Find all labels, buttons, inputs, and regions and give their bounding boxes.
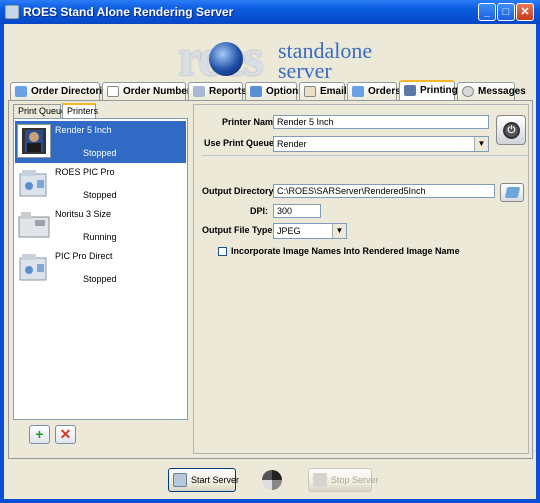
tab-printers[interactable]: Printers bbox=[62, 103, 98, 118]
logo-globe-icon bbox=[209, 42, 243, 76]
tab-email[interactable]: Email bbox=[299, 82, 347, 100]
printer-name: PIC Pro Direct bbox=[55, 251, 113, 261]
client-area: roes standalone server Order Directories… bbox=[4, 24, 536, 499]
numbers-icon bbox=[107, 86, 119, 97]
maximize-button[interactable]: □ bbox=[497, 3, 515, 21]
dpi-field[interactable]: 300 bbox=[273, 204, 321, 218]
printer-list-pane: Print Queues Printers Render 5 Inch Stop… bbox=[13, 103, 188, 454]
tab-printing[interactable]: Printing bbox=[399, 80, 458, 101]
output-file-type-select[interactable]: JPEG ▼ bbox=[273, 223, 347, 239]
tab-order-directories[interactable]: Order Directories bbox=[10, 82, 113, 100]
start-server-button[interactable]: Start Server bbox=[168, 468, 239, 492]
activity-spinner-icon bbox=[262, 470, 282, 490]
options-icon bbox=[250, 86, 262, 97]
printer-machine-icon bbox=[17, 250, 51, 284]
printer-status: Stopped bbox=[83, 274, 117, 284]
orders-icon bbox=[352, 86, 364, 97]
dpi-label: DPI: bbox=[250, 206, 268, 216]
add-printer-button[interactable]: + bbox=[29, 425, 50, 444]
title-bar[interactable]: ROES Stand Alone Rendering Server _ □ ✕ bbox=[0, 0, 540, 24]
incorporate-names-checkbox[interactable] bbox=[218, 247, 227, 256]
tab-print-queues[interactable]: Print Queues bbox=[13, 104, 71, 118]
report-icon bbox=[193, 86, 205, 97]
tab-options[interactable]: Options bbox=[245, 82, 304, 100]
tab-reports[interactable]: Reports bbox=[188, 82, 247, 100]
printer-machine-icon bbox=[17, 166, 51, 200]
window-title: ROES Stand Alone Rendering Server bbox=[23, 5, 234, 19]
chevron-down-icon: ▼ bbox=[332, 224, 346, 238]
remove-printer-button[interactable]: ✕ bbox=[55, 425, 76, 444]
app-icon bbox=[5, 5, 19, 19]
power-icon: ⏻ bbox=[503, 122, 520, 139]
browse-folder-button[interactable] bbox=[500, 183, 524, 202]
printer-name: Render 5 Inch bbox=[55, 125, 112, 135]
printer-name: Noritsu 3 Size bbox=[55, 209, 112, 219]
printer-name-field[interactable]: Render 5 Inch bbox=[273, 115, 489, 129]
printer-item-pic-pro-direct[interactable]: PIC Pro Direct Stopped bbox=[15, 247, 186, 289]
bottom-toolbar: Start Server Stop Server bbox=[4, 461, 536, 499]
tab-order-numbers[interactable]: Order Numbers bbox=[102, 82, 196, 100]
use-print-queue-select[interactable]: Render ▼ bbox=[273, 136, 489, 152]
close-button[interactable]: ✕ bbox=[516, 3, 534, 21]
tab-messages[interactable]: Messages bbox=[457, 82, 526, 100]
start-server-icon bbox=[173, 473, 187, 487]
output-directory-label: Output Directory: bbox=[202, 186, 277, 196]
printer-item-noritsu-3-size[interactable]: Noritsu 3 Size Running bbox=[15, 205, 186, 247]
printer-list[interactable]: Render 5 Inch Stopped ROES PIC Pro Stopp… bbox=[13, 118, 188, 420]
divider bbox=[202, 155, 528, 156]
stop-server-icon bbox=[313, 473, 327, 487]
output-file-type-label: Output File Type: bbox=[202, 225, 276, 235]
printer-name: ROES PIC Pro bbox=[55, 167, 115, 177]
photo-thumbnail-icon bbox=[17, 124, 51, 158]
use-print-queue-label: Use Print Queue: bbox=[204, 138, 278, 148]
printer-settings-pane: Printer Name: Render 5 Inch Use Print Qu… bbox=[193, 104, 529, 454]
printer-status: Stopped bbox=[83, 148, 117, 158]
folder-icon bbox=[15, 86, 27, 97]
printer-name-label: Printer Name: bbox=[221, 117, 281, 127]
logo-line2: server bbox=[278, 58, 332, 83]
output-directory-field[interactable]: C:\ROES\SARServer\Rendered5Inch bbox=[273, 184, 495, 198]
tab-orders[interactable]: Orders bbox=[347, 82, 401, 100]
printer-item-roes-pic-pro[interactable]: ROES PIC Pro Stopped bbox=[15, 163, 186, 205]
printer-icon bbox=[404, 85, 416, 96]
printing-panel: Print Queues Printers Render 5 Inch Stop… bbox=[8, 100, 533, 459]
power-button[interactable]: ⏻ bbox=[496, 115, 526, 145]
email-icon bbox=[304, 86, 316, 97]
printer-machine-icon bbox=[17, 208, 51, 242]
folder-icon bbox=[504, 187, 521, 198]
printer-status: Running bbox=[83, 232, 117, 242]
printer-status: Stopped bbox=[83, 190, 117, 200]
printer-item-render-5-inch[interactable]: Render 5 Inch Stopped bbox=[15, 121, 186, 163]
messages-icon bbox=[462, 86, 474, 97]
roes-logo: roes standalone server bbox=[174, 30, 374, 88]
chevron-down-icon: ▼ bbox=[474, 137, 488, 151]
incorporate-names-label: Incorporate Image Names Into Rendered Im… bbox=[231, 246, 460, 256]
app-window: ROES Stand Alone Rendering Server _ □ ✕ … bbox=[0, 0, 540, 503]
stop-server-button[interactable]: Stop Server bbox=[308, 468, 379, 492]
minimize-button[interactable]: _ bbox=[478, 3, 496, 21]
